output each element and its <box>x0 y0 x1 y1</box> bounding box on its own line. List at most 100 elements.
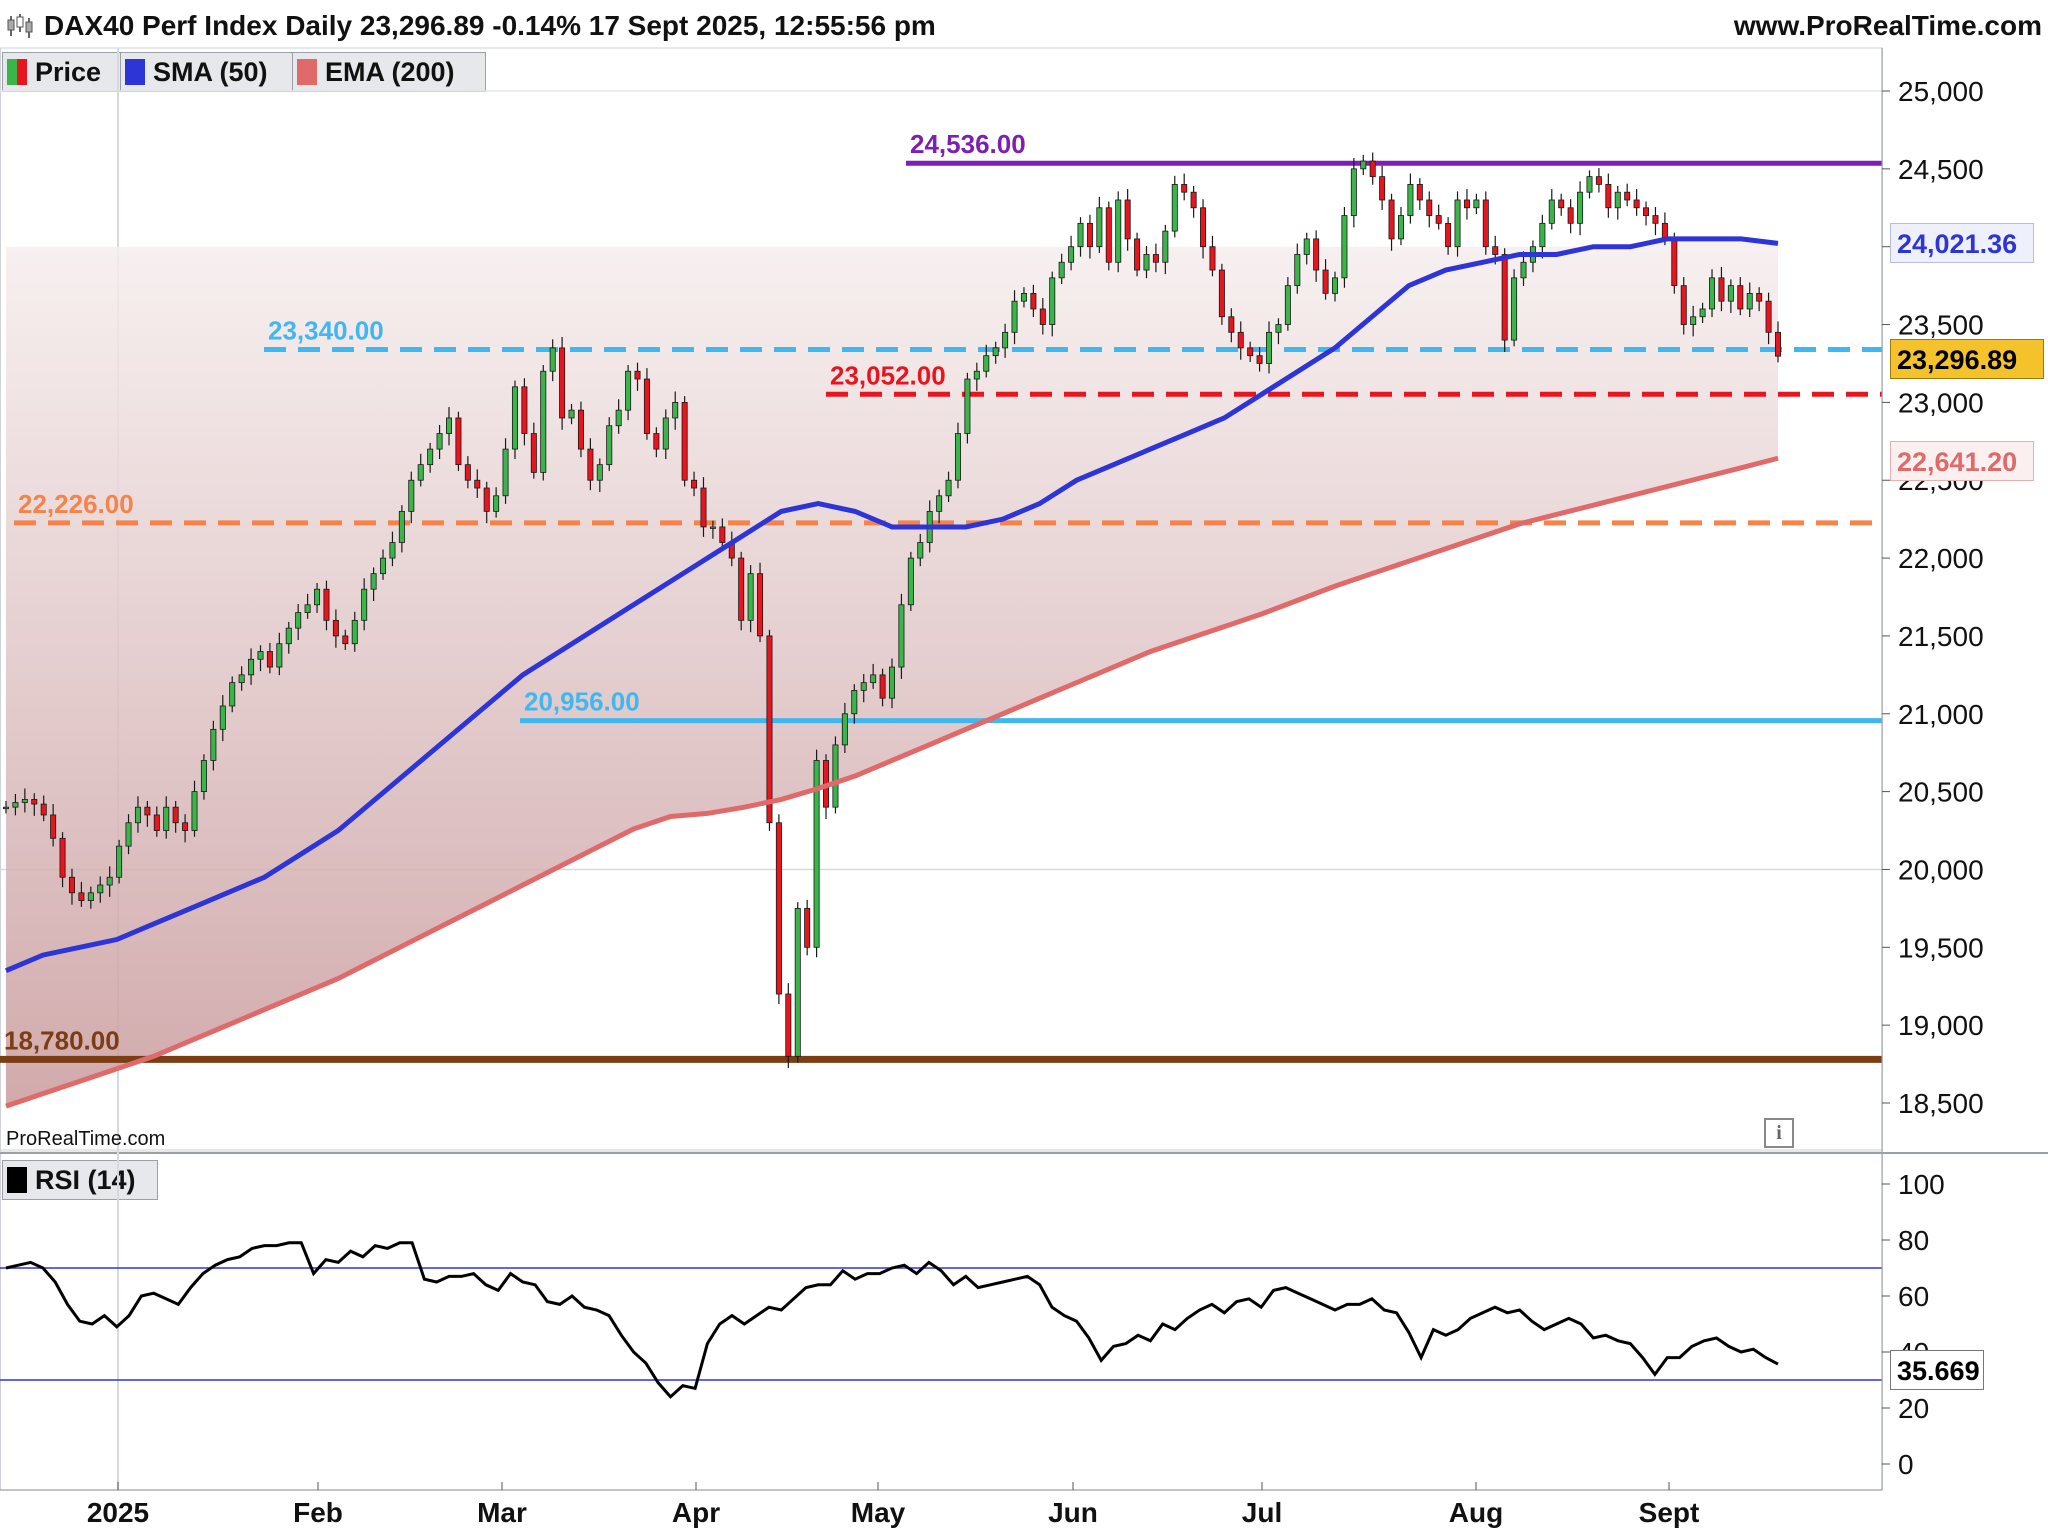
candle-body <box>1322 269 1329 294</box>
candle-body <box>1313 238 1320 271</box>
candle-body <box>1209 246 1216 271</box>
candle-body <box>945 479 952 497</box>
rsi-y-tick-label: 80 <box>1898 1225 1929 1256</box>
candle-body <box>719 526 726 543</box>
candle-body <box>954 433 961 481</box>
candle-body <box>68 876 75 894</box>
candle-body <box>21 799 28 803</box>
price-chart[interactable]: 24,536.00 23,340.00 23,052.00 22,226.00 20,9… <box>0 0 2048 1536</box>
candle-body <box>1058 261 1065 279</box>
candle-body <box>380 557 387 575</box>
candle-body <box>596 464 603 481</box>
sma-last-value: 24,021.36 <box>1890 223 2034 263</box>
candle-body <box>879 674 886 699</box>
candle-body <box>163 806 170 831</box>
candle-body <box>276 643 283 668</box>
candle-body <box>1228 316 1235 333</box>
candle-body <box>907 557 914 606</box>
candle-body <box>832 744 839 808</box>
candle-body <box>1350 168 1357 216</box>
candle-body <box>436 433 443 450</box>
candle-body <box>182 822 189 831</box>
candle-body <box>757 573 764 637</box>
ema-last-value: 22,641.20 <box>1890 441 2034 481</box>
candle-body <box>210 728 217 761</box>
candle-body <box>257 651 264 660</box>
candle-body <box>785 993 792 1057</box>
candle-body <box>445 417 452 434</box>
y-tick-label: 20,500 <box>1898 777 1984 808</box>
candle-body <box>1303 238 1310 255</box>
candle-body <box>1614 191 1621 209</box>
candle-body <box>1511 277 1518 341</box>
candle-body <box>1680 285 1687 325</box>
candle-body <box>870 674 877 684</box>
candle-body <box>973 370 980 380</box>
candle-body <box>172 806 179 824</box>
candle-body <box>1699 308 1706 318</box>
candle-body <box>1454 199 1461 248</box>
x-tick-label: Mar <box>477 1497 527 1528</box>
rsi-y-tick-label: 20 <box>1898 1393 1929 1424</box>
candle-body <box>625 370 632 411</box>
level-label-5: 18,780.00 <box>4 1025 120 1055</box>
candle-body <box>521 386 528 434</box>
candle-body <box>295 612 302 629</box>
info-icon[interactable]: i <box>1764 1118 1794 1148</box>
candle-body <box>116 845 123 878</box>
candle-body <box>1727 285 1734 302</box>
level-label-3: 22,226.00 <box>18 489 134 519</box>
candle-body <box>1002 331 1009 349</box>
candle-body <box>559 347 566 419</box>
candle-body <box>12 802 19 808</box>
candle-body <box>1595 176 1602 185</box>
candle-body <box>502 448 509 497</box>
candle-body <box>1624 191 1631 201</box>
candle-body <box>1492 246 1499 255</box>
candle-body <box>917 542 924 559</box>
rsi-y-tick-label: 60 <box>1898 1281 1929 1312</box>
candle-body <box>1633 199 1640 209</box>
candle-body <box>1652 215 1659 224</box>
candle-body <box>747 573 754 621</box>
y-tick-label: 23,500 <box>1898 310 1984 341</box>
candle-body <box>615 409 622 427</box>
candle-body <box>125 822 132 847</box>
candle-body <box>634 370 641 380</box>
candle-body <box>775 822 782 995</box>
candle-body <box>1171 184 1178 232</box>
candle-body <box>1341 215 1348 279</box>
candle-body <box>1577 191 1584 224</box>
candle-body <box>1501 254 1508 341</box>
candle-body <box>672 401 679 419</box>
candle-body <box>1671 238 1678 287</box>
candle-body <box>1332 277 1339 294</box>
candle-body <box>1218 269 1225 318</box>
candle-body <box>1200 207 1207 248</box>
candle-body <box>351 619 358 645</box>
candle-body <box>653 433 660 450</box>
candle-body <box>200 760 207 793</box>
candle-body <box>483 487 490 512</box>
candle-body <box>464 464 471 481</box>
candle-body <box>417 464 424 481</box>
x-tick-label: Jun <box>1048 1497 1098 1528</box>
candle-body <box>1105 207 1112 263</box>
x-tick-label: Jul <box>1242 1497 1282 1528</box>
candle-body <box>1247 347 1254 357</box>
candle-body <box>474 479 481 489</box>
candle-body <box>1558 199 1565 209</box>
candle-body <box>1407 184 1414 216</box>
candle-body <box>304 604 311 613</box>
candle-body <box>332 619 339 637</box>
candle-body <box>285 627 292 645</box>
candle-body <box>78 892 85 901</box>
y-tick-label: 21,500 <box>1898 621 1984 652</box>
candle-body <box>540 370 547 473</box>
y-tick-label: 19,000 <box>1898 1010 1984 1041</box>
candle-body <box>40 803 47 816</box>
candle-body <box>1369 160 1376 178</box>
candle-body <box>1068 246 1075 263</box>
candle-body <box>1567 207 1574 224</box>
candle-body <box>1379 176 1386 201</box>
